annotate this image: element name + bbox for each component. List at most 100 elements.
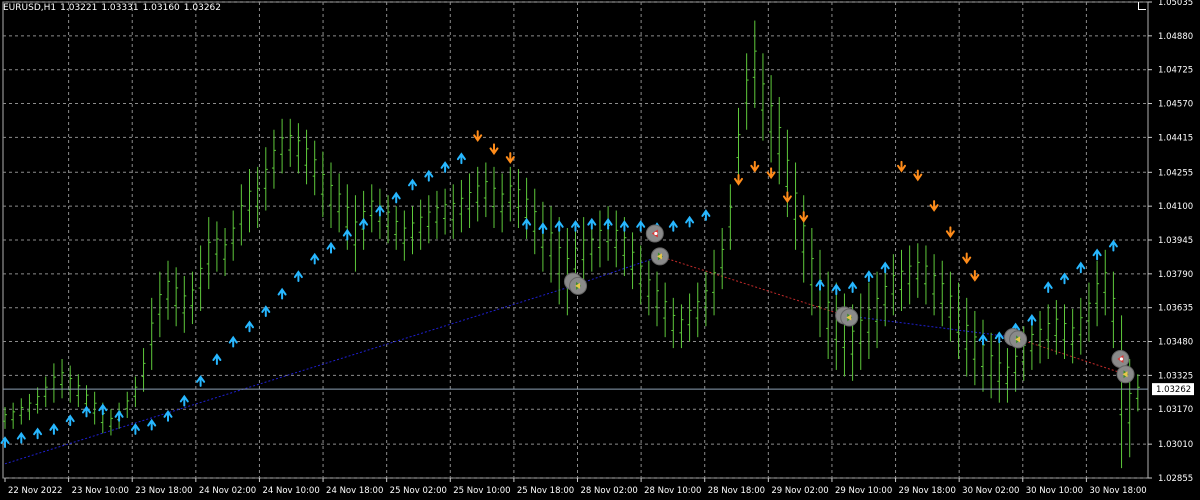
signal-dot	[654, 231, 658, 236]
up-arrow-signal	[848, 281, 858, 293]
y-tick-label: 1.03635	[1158, 304, 1193, 314]
up-arrow-signal	[522, 217, 532, 230]
x-tick-label: 28 Nov 02:00	[581, 486, 638, 496]
symbol-label: EURUSD,H1	[3, 3, 57, 13]
up-arrow-signal	[130, 423, 140, 435]
up-arrow-signal	[245, 320, 254, 333]
y-tick-label: 1.03010	[1158, 440, 1193, 450]
up-arrow-signal	[571, 220, 580, 232]
x-tick-label: 23 Nov 18:00	[135, 486, 192, 496]
signal-dot	[1119, 357, 1124, 361]
down-arrow-signal	[734, 173, 743, 186]
up-arrow-signal	[603, 217, 613, 230]
up-arrow-signal	[978, 333, 988, 346]
trend-line	[4, 285, 574, 465]
y-tick-label: 1.04255	[1158, 168, 1193, 178]
up-arrow-signal	[147, 418, 157, 431]
down-arrow-signal	[897, 160, 906, 173]
y-tick-label: 1.03325	[1158, 371, 1193, 381]
x-tick-label: 28 Nov 10:00	[644, 486, 701, 496]
up-arrow-signal	[16, 431, 26, 444]
down-arrow-signal	[945, 226, 955, 239]
up-arrow-signal	[815, 279, 825, 291]
up-arrow-signal	[98, 403, 108, 416]
y-tick-label: 1.03790	[1158, 270, 1193, 280]
up-arrow-signal	[831, 283, 841, 296]
x-tick-label: 25 Nov 18:00	[517, 486, 574, 496]
y-tick-label: 1.02855	[1158, 474, 1193, 484]
up-arrow-signal	[1076, 261, 1086, 274]
up-arrow-signal	[440, 161, 450, 173]
y-tick-label: 1.03170	[1158, 405, 1193, 415]
x-tick-label: 23 Nov 10:00	[72, 486, 129, 496]
up-arrow-signal	[212, 353, 222, 365]
up-arrow-signal	[456, 152, 466, 165]
up-arrow-signal	[33, 427, 43, 440]
up-arrow-signal	[701, 209, 711, 221]
chart-window[interactable]: 1.05035 1.04880 1.04725 1.04570 1.04415 1.042…	[0, 0, 1200, 500]
y-tick-label: 1.04570	[1158, 100, 1193, 110]
up-arrow-signal	[636, 220, 646, 232]
up-arrow-signal	[1027, 313, 1037, 326]
up-arrow-signal	[261, 305, 271, 317]
down-arrow-signal	[782, 191, 792, 204]
up-arrow-signal	[326, 241, 336, 254]
up-arrow-signal	[1108, 239, 1118, 252]
current-price-label: 1.03262	[1156, 385, 1191, 395]
up-arrow-signal	[619, 220, 629, 232]
up-arrow-signal	[880, 261, 890, 274]
y-tick-label: 1.04415	[1158, 133, 1193, 143]
up-arrow-signal	[375, 204, 385, 217]
x-tick-label: 25 Nov 02:00	[390, 486, 447, 496]
chart-header: EURUSD,H1 1.03221 1.03331 1.03160 1.03262	[3, 3, 225, 13]
up-arrow-signal	[424, 169, 434, 182]
x-tick-label: 24 Nov 02:00	[199, 486, 256, 496]
up-arrow-signal	[1043, 281, 1053, 293]
down-arrow-signal	[489, 143, 499, 156]
up-arrow-signal	[359, 217, 369, 230]
up-arrow-signal	[310, 252, 320, 265]
up-arrow-signal	[668, 220, 678, 232]
y-tick-label: 1.04725	[1158, 66, 1193, 76]
down-arrow-signal	[750, 160, 760, 173]
up-arrow-signal	[685, 215, 695, 228]
close-value: 1.03262	[183, 3, 221, 13]
y-tick-label: 1.04100	[1158, 202, 1193, 212]
up-arrow-signal	[196, 375, 206, 387]
x-tick-label: 24 Nov 10:00	[262, 486, 319, 496]
price-chart[interactable]: 1.05035 1.04880 1.04725 1.04570 1.04415 1.042…	[0, 0, 1200, 500]
x-tick-label: 30 Nov 18:00	[1089, 486, 1146, 496]
up-arrow-signal	[554, 220, 564, 232]
down-arrow-signal	[799, 211, 809, 223]
up-arrow-signal	[49, 423, 59, 435]
up-arrow-signal	[1060, 272, 1069, 285]
x-tick-label: 29 Nov 18:00	[899, 486, 956, 496]
down-arrow-signal	[929, 200, 939, 212]
chart-shift-marker[interactable]	[1138, 2, 1146, 10]
high-value: 1.03331	[101, 3, 139, 13]
x-tick-label: 28 Nov 18:00	[708, 486, 765, 496]
down-arrow-signal	[505, 152, 515, 164]
x-tick-label: 30 Nov 02:00	[962, 486, 1019, 496]
x-tick-label: 24 Nov 18:00	[326, 486, 383, 496]
open-value: 1.03221	[60, 3, 98, 13]
down-arrow-signal	[473, 130, 483, 143]
up-arrow-signal	[538, 222, 548, 234]
up-arrow-signal	[864, 270, 874, 283]
up-arrow-signal	[391, 191, 401, 204]
y-tick-label: 1.03945	[1158, 236, 1193, 246]
up-arrow-signal	[65, 414, 75, 427]
y-tick-label: 1.03480	[1158, 338, 1193, 348]
x-tick-label: 22 Nov 2022	[8, 486, 62, 496]
x-tick-label: 29 Nov 02:00	[771, 486, 828, 496]
trend-line	[1012, 336, 1126, 375]
up-arrow-signal	[1092, 248, 1102, 261]
up-arrow-signal	[587, 217, 597, 230]
low-value: 1.03160	[142, 3, 180, 13]
up-arrow-signal	[342, 228, 352, 241]
up-arrow-signal	[277, 287, 287, 300]
up-arrow-signal	[408, 178, 417, 191]
x-tick-label: 25 Nov 10:00	[453, 486, 510, 496]
y-tick-label: 1.05035	[1158, 0, 1193, 8]
x-tick-label: 29 Nov 10:00	[835, 486, 892, 496]
